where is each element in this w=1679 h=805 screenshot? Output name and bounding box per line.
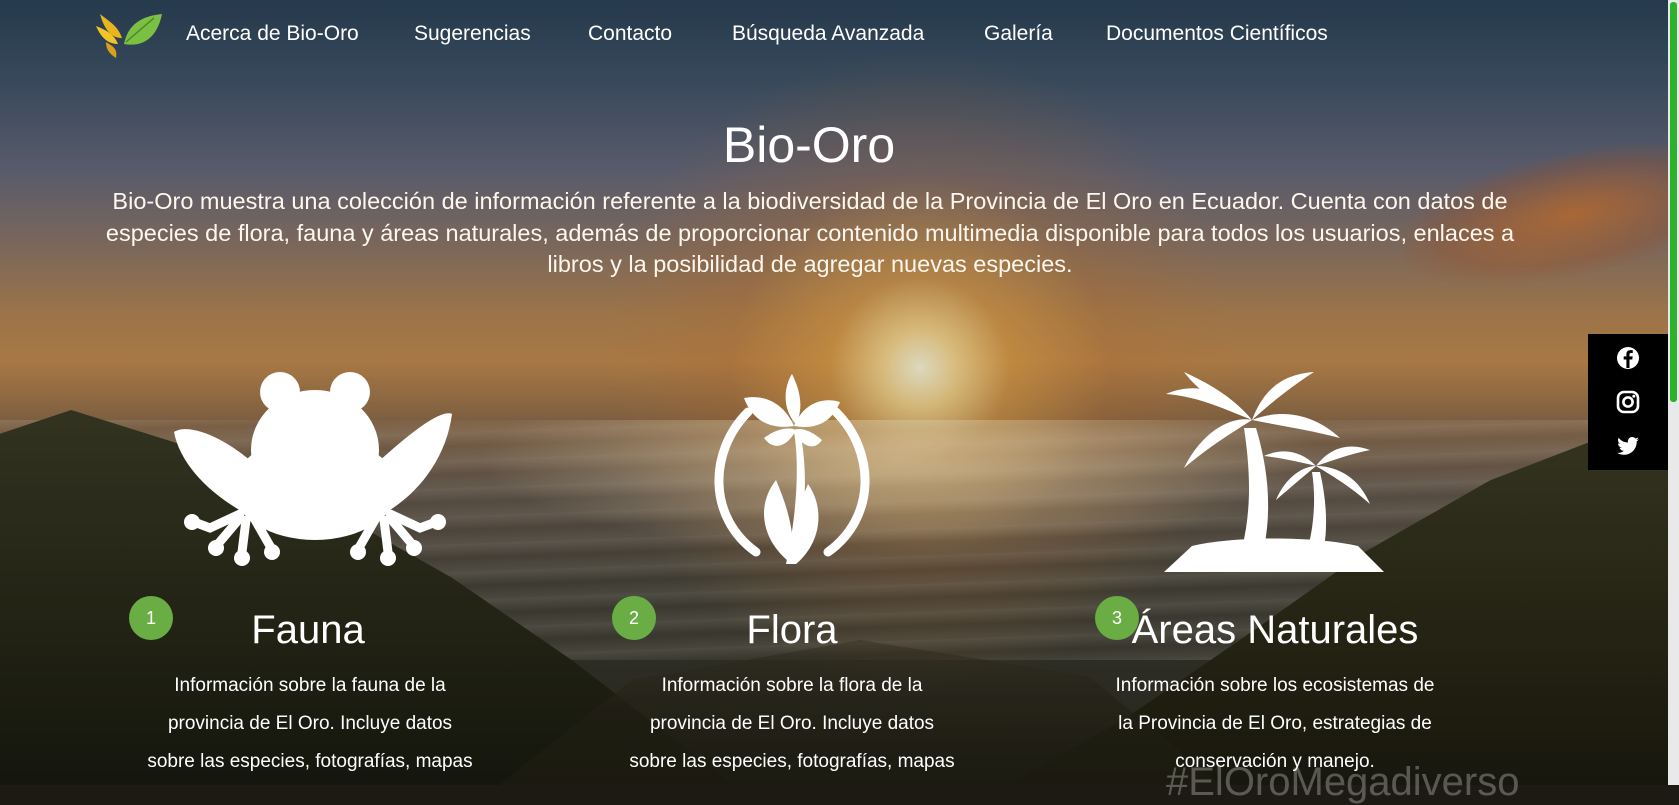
palm-trees-icon[interactable] [1164,368,1384,572]
nav-acerca[interactable]: Acerca de Bio-Oro [186,22,359,46]
top-navigation: Acerca de Bio-Oro Sugerencias Contacto B… [0,0,1679,70]
desc-line: provincia de El Oro. Incluye datos [649,713,935,734]
hashtag-watermark: #ElOroMegadiverso [1166,760,1520,804]
desc-line: Información sobre la flora de la [661,675,923,696]
scrollbar-thumb[interactable] [1670,2,1677,402]
instagram-icon[interactable] [1614,388,1642,416]
feature-desc-flora: Información sobre la flora de la provinc… [612,667,972,781]
desc-line: sobre las especies, fotografías, mapas [629,751,955,772]
feature-title-areas-naturales[interactable]: Áreas Naturales [1130,608,1420,653]
frog-icon[interactable] [170,368,460,570]
bio-oro-logo[interactable] [92,8,164,62]
desc-line: Información sobre la fauna de la [174,675,446,696]
nav-busqueda-avanzada[interactable]: Búsqueda Avanzada [732,22,924,46]
nav-sugerencias[interactable]: Sugerencias [414,22,531,46]
feature-title-fauna[interactable]: Fauna [208,608,408,653]
hero-description: Bio-Oro muestra una colección de informa… [105,188,1515,277]
page-title: Bio-Oro [722,117,896,173]
feature-desc-fauna: Información sobre la fauna de la provinc… [130,667,490,781]
nav-documentos-cientificos[interactable]: Documentos Científicos [1106,22,1328,46]
desc-line: provincia de El Oro. Incluye datos [167,713,453,734]
social-sidebar [1588,334,1668,470]
twitter-icon[interactable] [1614,432,1642,460]
feature-title-flora[interactable]: Flora [692,608,892,653]
nav-galeria[interactable]: Galería [984,22,1053,46]
desc-line: Información sobre los ecosistemas de [1115,675,1435,696]
feature-number-badge: 1 [129,596,173,640]
feature-number-badge: 2 [612,596,656,640]
facebook-icon[interactable] [1614,344,1642,372]
page-scrollbar[interactable] [1668,0,1679,785]
desc-line: sobre las especies, fotografías, mapas [147,751,473,772]
flower-icon[interactable] [704,368,880,572]
nav-contacto[interactable]: Contacto [588,22,672,46]
desc-line: la Provincia de El Oro, estrategias de [1118,713,1432,734]
